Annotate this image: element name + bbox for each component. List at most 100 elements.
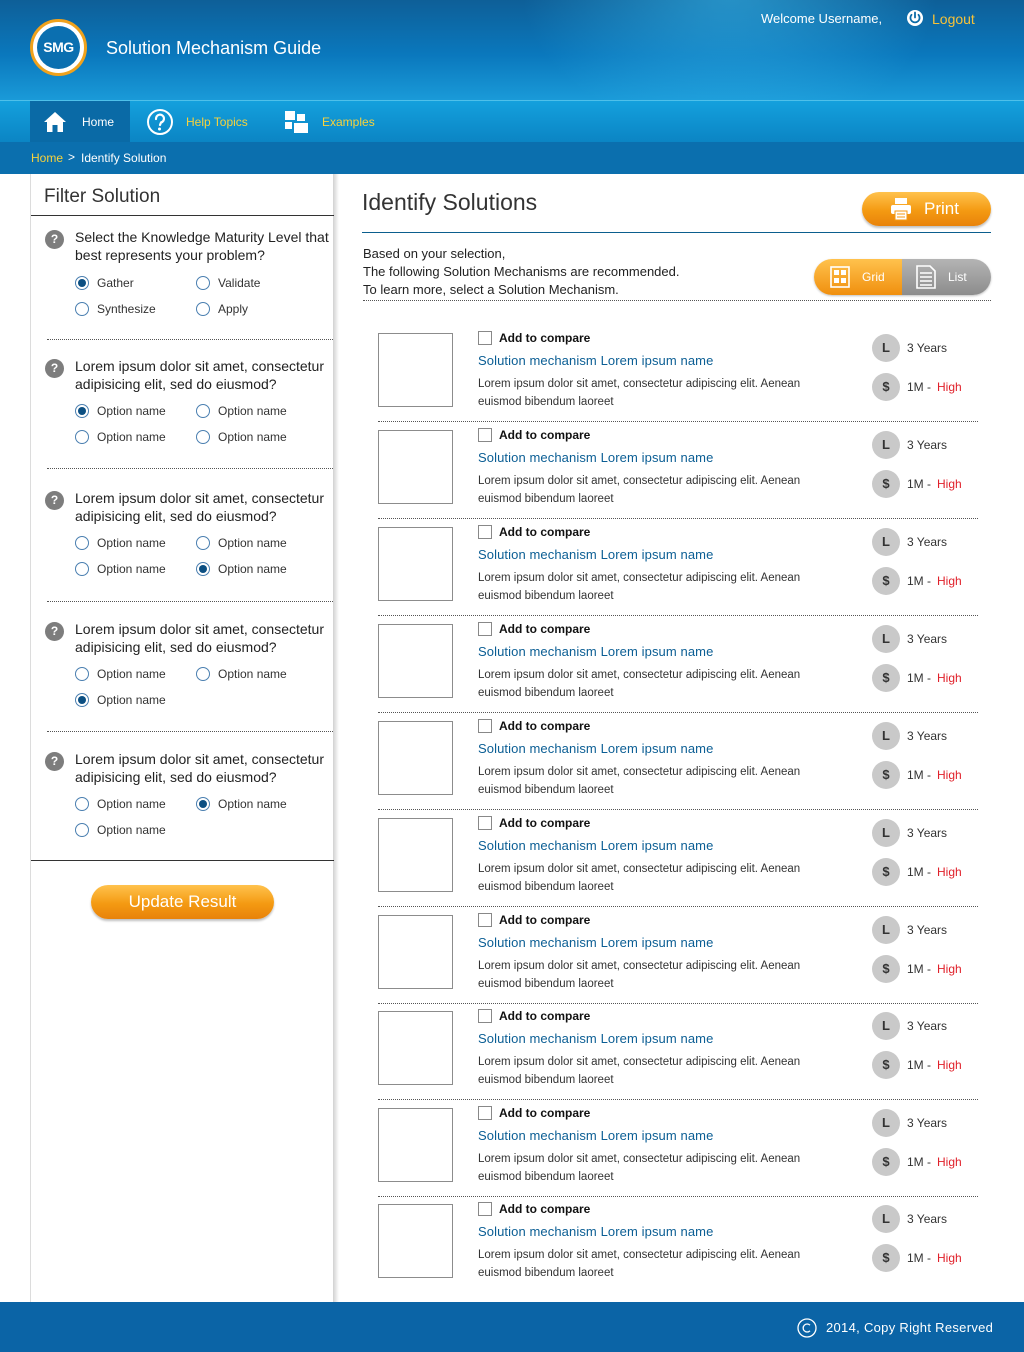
- add-to-compare[interactable]: Add to compare: [478, 1106, 590, 1120]
- radio-option[interactable]: Option name: [196, 536, 287, 550]
- radio-button[interactable]: [196, 404, 210, 418]
- add-to-compare[interactable]: Add to compare: [478, 913, 590, 927]
- radio-button[interactable]: [196, 562, 210, 576]
- radio-button[interactable]: [75, 404, 89, 418]
- radio-option[interactable]: Gather: [75, 276, 134, 290]
- radio-option[interactable]: Option name: [196, 404, 287, 418]
- result-thumbnail[interactable]: [378, 527, 453, 601]
- result-title-link[interactable]: Solution mechanism Lorem ipsum name: [478, 741, 713, 756]
- question-icon[interactable]: ?: [45, 622, 64, 641]
- add-to-compare[interactable]: Add to compare: [478, 331, 590, 345]
- radio-button[interactable]: [75, 536, 89, 550]
- radio-button[interactable]: [196, 430, 210, 444]
- radio-option[interactable]: Validate: [196, 276, 260, 290]
- radio-button[interactable]: [75, 823, 89, 837]
- radio-option[interactable]: Option name: [75, 797, 166, 811]
- result-item[interactable]: Add to compare Solution mechanism Lorem …: [378, 913, 978, 1010]
- radio-button[interactable]: [196, 302, 210, 316]
- radio-button[interactable]: [75, 430, 89, 444]
- grid-view-button[interactable]: Grid: [814, 259, 902, 295]
- result-title-link[interactable]: Solution mechanism Lorem ipsum name: [478, 838, 713, 853]
- result-item[interactable]: Add to compare Solution mechanism Lorem …: [378, 1106, 978, 1203]
- result-thumbnail[interactable]: [378, 430, 453, 504]
- result-thumbnail[interactable]: [378, 624, 453, 698]
- compare-checkbox[interactable]: [478, 1009, 492, 1023]
- radio-option[interactable]: Option name: [75, 404, 166, 418]
- question-icon[interactable]: ?: [45, 491, 64, 510]
- logout-link[interactable]: Logout: [932, 11, 975, 27]
- add-to-compare[interactable]: Add to compare: [478, 428, 590, 442]
- radio-button[interactable]: [196, 667, 210, 681]
- radio-button[interactable]: [75, 562, 89, 576]
- result-item[interactable]: Add to compare Solution mechanism Lorem …: [378, 622, 978, 719]
- question-icon[interactable]: ?: [45, 359, 64, 378]
- compare-checkbox[interactable]: [478, 816, 492, 830]
- radio-option[interactable]: Option name: [196, 430, 287, 444]
- result-item[interactable]: Add to compare Solution mechanism Lorem …: [378, 816, 978, 913]
- result-thumbnail[interactable]: [378, 1204, 453, 1278]
- compare-checkbox[interactable]: [478, 428, 492, 442]
- compare-checkbox[interactable]: [478, 913, 492, 927]
- radio-option[interactable]: Option name: [75, 693, 166, 707]
- result-title-link[interactable]: Solution mechanism Lorem ipsum name: [478, 353, 713, 368]
- list-view-button[interactable]: List: [902, 259, 991, 295]
- power-icon[interactable]: [905, 8, 925, 28]
- radio-button[interactable]: [75, 276, 89, 290]
- add-to-compare[interactable]: Add to compare: [478, 525, 590, 539]
- radio-option[interactable]: Option name: [75, 823, 166, 837]
- radio-option[interactable]: Option name: [196, 562, 287, 576]
- add-to-compare[interactable]: Add to compare: [478, 1009, 590, 1023]
- result-title-link[interactable]: Solution mechanism Lorem ipsum name: [478, 450, 713, 465]
- compare-checkbox[interactable]: [478, 622, 492, 636]
- result-item[interactable]: Add to compare Solution mechanism Lorem …: [378, 1202, 978, 1299]
- radio-option[interactable]: Synthesize: [75, 302, 156, 316]
- result-item[interactable]: Add to compare Solution mechanism Lorem …: [378, 428, 978, 525]
- radio-option[interactable]: Option name: [75, 430, 166, 444]
- result-thumbnail[interactable]: [378, 1011, 453, 1085]
- result-title-link[interactable]: Solution mechanism Lorem ipsum name: [478, 1224, 713, 1239]
- radio-option[interactable]: Option name: [75, 536, 166, 550]
- nav-examples[interactable]: Examples: [284, 101, 375, 142]
- result-title-link[interactable]: Solution mechanism Lorem ipsum name: [478, 547, 713, 562]
- result-title-link[interactable]: Solution mechanism Lorem ipsum name: [478, 1128, 713, 1143]
- breadcrumb-home[interactable]: Home: [31, 151, 63, 165]
- result-thumbnail[interactable]: [378, 721, 453, 795]
- compare-checkbox[interactable]: [478, 1202, 492, 1216]
- radio-option[interactable]: Option name: [75, 667, 166, 681]
- question-icon[interactable]: ?: [45, 230, 64, 249]
- compare-checkbox[interactable]: [478, 331, 492, 345]
- add-to-compare[interactable]: Add to compare: [478, 719, 590, 733]
- radio-button[interactable]: [196, 276, 210, 290]
- result-title-link[interactable]: Solution mechanism Lorem ipsum name: [478, 1031, 713, 1046]
- print-button[interactable]: Print: [862, 192, 991, 226]
- result-item[interactable]: Add to compare Solution mechanism Lorem …: [378, 331, 978, 428]
- add-to-compare[interactable]: Add to compare: [478, 1202, 590, 1216]
- add-to-compare[interactable]: Add to compare: [478, 622, 590, 636]
- result-item[interactable]: Add to compare Solution mechanism Lorem …: [378, 525, 978, 622]
- result-thumbnail[interactable]: [378, 818, 453, 892]
- result-title-link[interactable]: Solution mechanism Lorem ipsum name: [478, 935, 713, 950]
- compare-checkbox[interactable]: [478, 1106, 492, 1120]
- result-thumbnail[interactable]: [378, 915, 453, 989]
- add-to-compare[interactable]: Add to compare: [478, 816, 590, 830]
- update-result-button[interactable]: Update Result: [91, 885, 274, 919]
- compare-checkbox[interactable]: [478, 525, 492, 539]
- nav-help-topics[interactable]: Help Topics: [146, 101, 248, 142]
- result-thumbnail[interactable]: [378, 1108, 453, 1182]
- radio-button[interactable]: [75, 797, 89, 811]
- result-item[interactable]: Add to compare Solution mechanism Lorem …: [378, 1009, 978, 1106]
- radio-button[interactable]: [196, 797, 210, 811]
- radio-button[interactable]: [196, 536, 210, 550]
- radio-option[interactable]: Apply: [196, 302, 248, 316]
- question-icon[interactable]: ?: [45, 752, 64, 771]
- result-title-link[interactable]: Solution mechanism Lorem ipsum name: [478, 644, 713, 659]
- nav-home[interactable]: Home: [30, 101, 130, 142]
- radio-button[interactable]: [75, 693, 89, 707]
- radio-option[interactable]: Option name: [75, 562, 166, 576]
- radio-button[interactable]: [75, 302, 89, 316]
- compare-checkbox[interactable]: [478, 719, 492, 733]
- result-thumbnail[interactable]: [378, 333, 453, 407]
- radio-button[interactable]: [75, 667, 89, 681]
- result-item[interactable]: Add to compare Solution mechanism Lorem …: [378, 719, 978, 816]
- radio-option[interactable]: Option name: [196, 667, 287, 681]
